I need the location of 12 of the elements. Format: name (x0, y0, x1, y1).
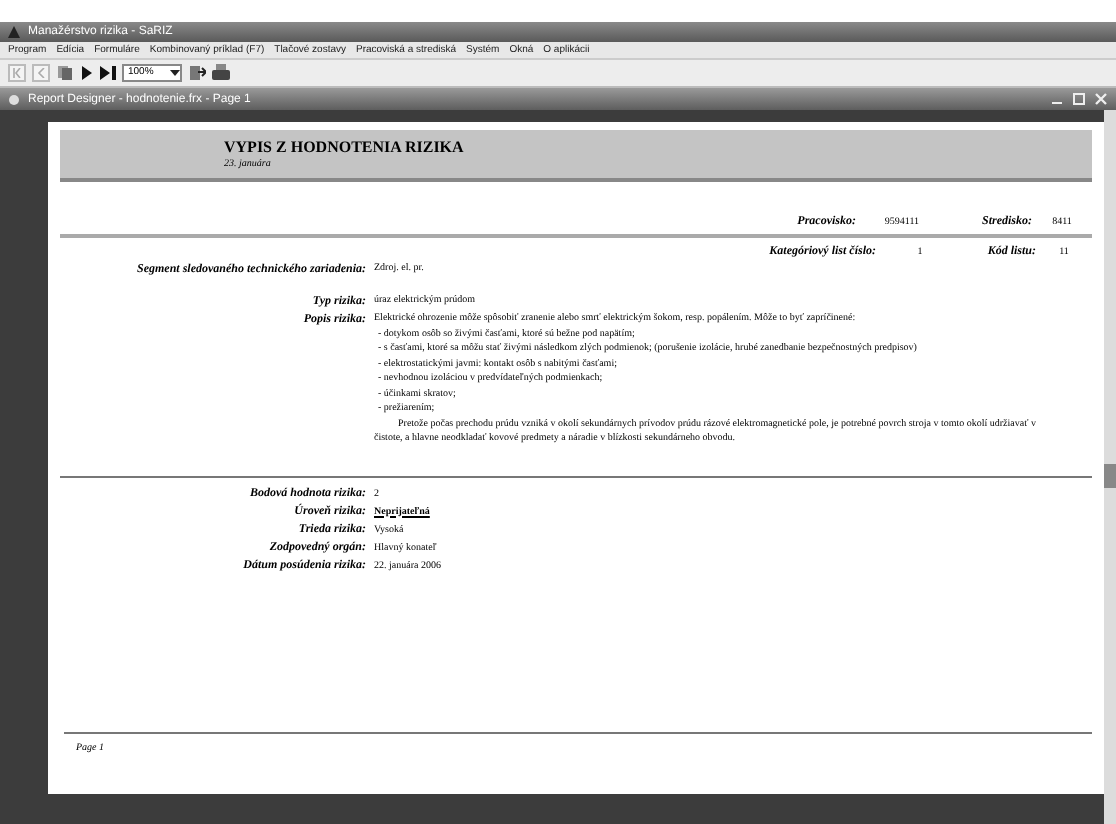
report-title: VYPIS Z HODNOTENIA RIZIKA (224, 139, 466, 155)
close-icon[interactable] (1094, 92, 1108, 106)
printer-icon[interactable] (212, 64, 230, 82)
app-icon (8, 26, 20, 38)
pages-icon[interactable] (56, 64, 74, 82)
export-icon[interactable] (188, 64, 206, 82)
caret-icon (170, 70, 180, 76)
last-page-icon[interactable] (100, 66, 116, 80)
scroll-bar[interactable] (1104, 110, 1116, 824)
window-icon (8, 93, 20, 105)
maximize-icon[interactable] (1072, 92, 1086, 106)
next-page-icon[interactable] (80, 66, 94, 80)
